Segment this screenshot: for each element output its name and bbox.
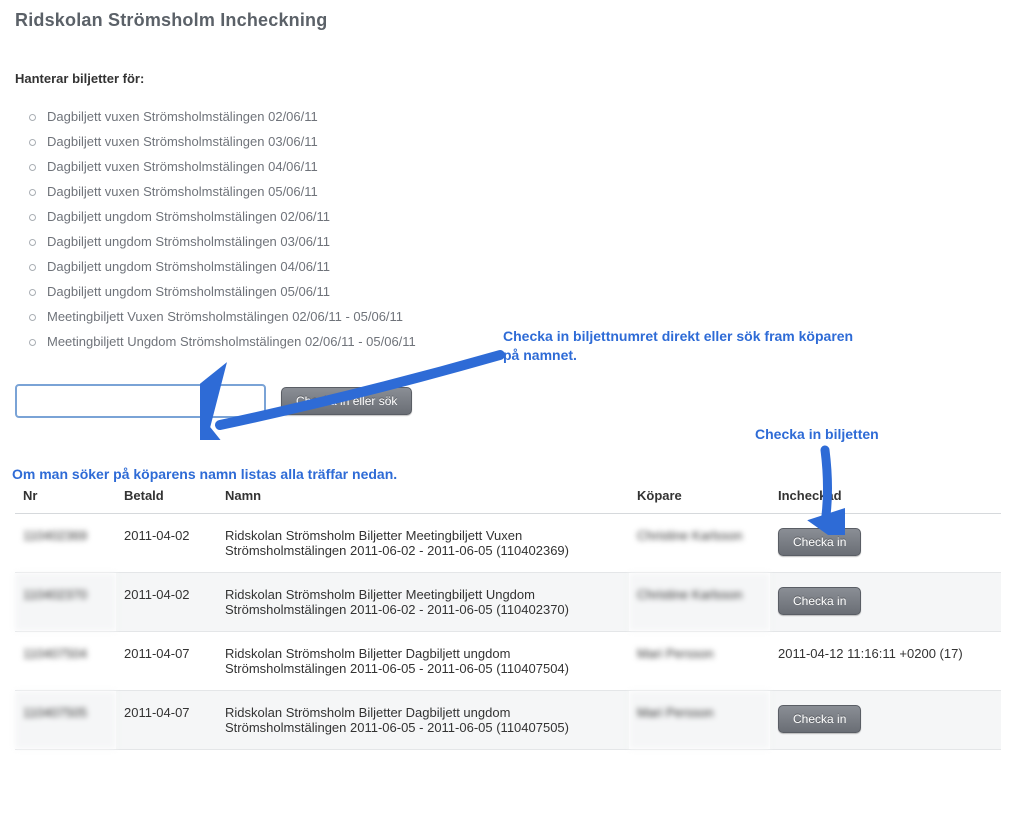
ticket-type-item: Dagbiljett ungdom Strömsholmstälingen 02…: [25, 204, 1001, 229]
cell-checked: Checka in: [770, 514, 1001, 573]
cell-name: Ridskolan Strömsholm Biljetter Meetingbi…: [217, 573, 629, 632]
managing-label: Hanterar biljetter för:: [15, 71, 1001, 86]
ticket-type-item: Meetingbiljett Ungdom Strömsholmstälinge…: [25, 329, 1001, 354]
cell-nr: 110402370: [15, 573, 116, 632]
cell-paid: 2011-04-02: [116, 573, 217, 632]
cell-nr: 110407505: [15, 691, 116, 750]
checkin-button[interactable]: Checka in: [778, 528, 861, 556]
cell-paid: 2011-04-02: [116, 514, 217, 573]
cell-buyer: Christine Karlsson: [629, 573, 770, 632]
results-table: Nr Betald Namn Köpare Incheckad 11040236…: [15, 478, 1001, 750]
cell-paid: 2011-04-07: [116, 632, 217, 691]
col-name: Namn: [217, 478, 629, 514]
col-buyer: Köpare: [629, 478, 770, 514]
table-row: 1104075052011-04-07Ridskolan Strömsholm …: [15, 691, 1001, 750]
cell-buyer: Christine Karlsson: [629, 514, 770, 573]
page-title: Ridskolan Strömsholm Incheckning: [15, 10, 1001, 31]
ticket-type-item: Dagbiljett ungdom Strömsholmstälingen 05…: [25, 279, 1001, 304]
ticket-type-item: Dagbiljett vuxen Strömsholmstälingen 05/…: [25, 179, 1001, 204]
cell-name: Ridskolan Strömsholm Biljetter Dagbiljet…: [217, 691, 629, 750]
cell-checked: Checka in: [770, 573, 1001, 632]
ticket-type-item: Dagbiljett vuxen Strömsholmstälingen 03/…: [25, 129, 1001, 154]
cell-checked: 2011-04-12 11:16:11 +0200 (17): [770, 632, 1001, 691]
col-nr: Nr: [15, 478, 116, 514]
table-row: 1104023692011-04-02Ridskolan Strömsholm …: [15, 514, 1001, 573]
cell-nr: 110407504: [15, 632, 116, 691]
ticket-type-item: Dagbiljett vuxen Strömsholmstälingen 04/…: [25, 154, 1001, 179]
search-button[interactable]: Checka in eller sök: [281, 387, 412, 415]
ticket-type-item: Dagbiljett ungdom Strömsholmstälingen 04…: [25, 254, 1001, 279]
cell-name: Ridskolan Strömsholm Biljetter Meetingbi…: [217, 514, 629, 573]
col-checked: Incheckad: [770, 478, 1001, 514]
annotation-checkin: Checka in biljetten: [755, 425, 879, 444]
cell-buyer: Mari Persson: [629, 691, 770, 750]
col-paid: Betald: [116, 478, 217, 514]
cell-paid: 2011-04-07: [116, 691, 217, 750]
cell-checked: Checka in: [770, 691, 1001, 750]
search-input[interactable]: [15, 384, 266, 418]
ticket-type-item: Dagbiljett vuxen Strömsholmstälingen 02/…: [25, 104, 1001, 129]
cell-name: Ridskolan Strömsholm Biljetter Dagbiljet…: [217, 632, 629, 691]
cell-buyer: Mari Persson: [629, 632, 770, 691]
checkin-button[interactable]: Checka in: [778, 587, 861, 615]
cell-nr: 110402369: [15, 514, 116, 573]
ticket-type-item: Meetingbiljett Vuxen Strömsholmstälingen…: [25, 304, 1001, 329]
table-row: 1104075042011-04-07Ridskolan Strömsholm …: [15, 632, 1001, 691]
checkin-button[interactable]: Checka in: [778, 705, 861, 733]
ticket-type-list: Dagbiljett vuxen Strömsholmstälingen 02/…: [15, 104, 1001, 354]
ticket-type-item: Dagbiljett ungdom Strömsholmstälingen 03…: [25, 229, 1001, 254]
table-row: 1104023702011-04-02Ridskolan Strömsholm …: [15, 573, 1001, 632]
